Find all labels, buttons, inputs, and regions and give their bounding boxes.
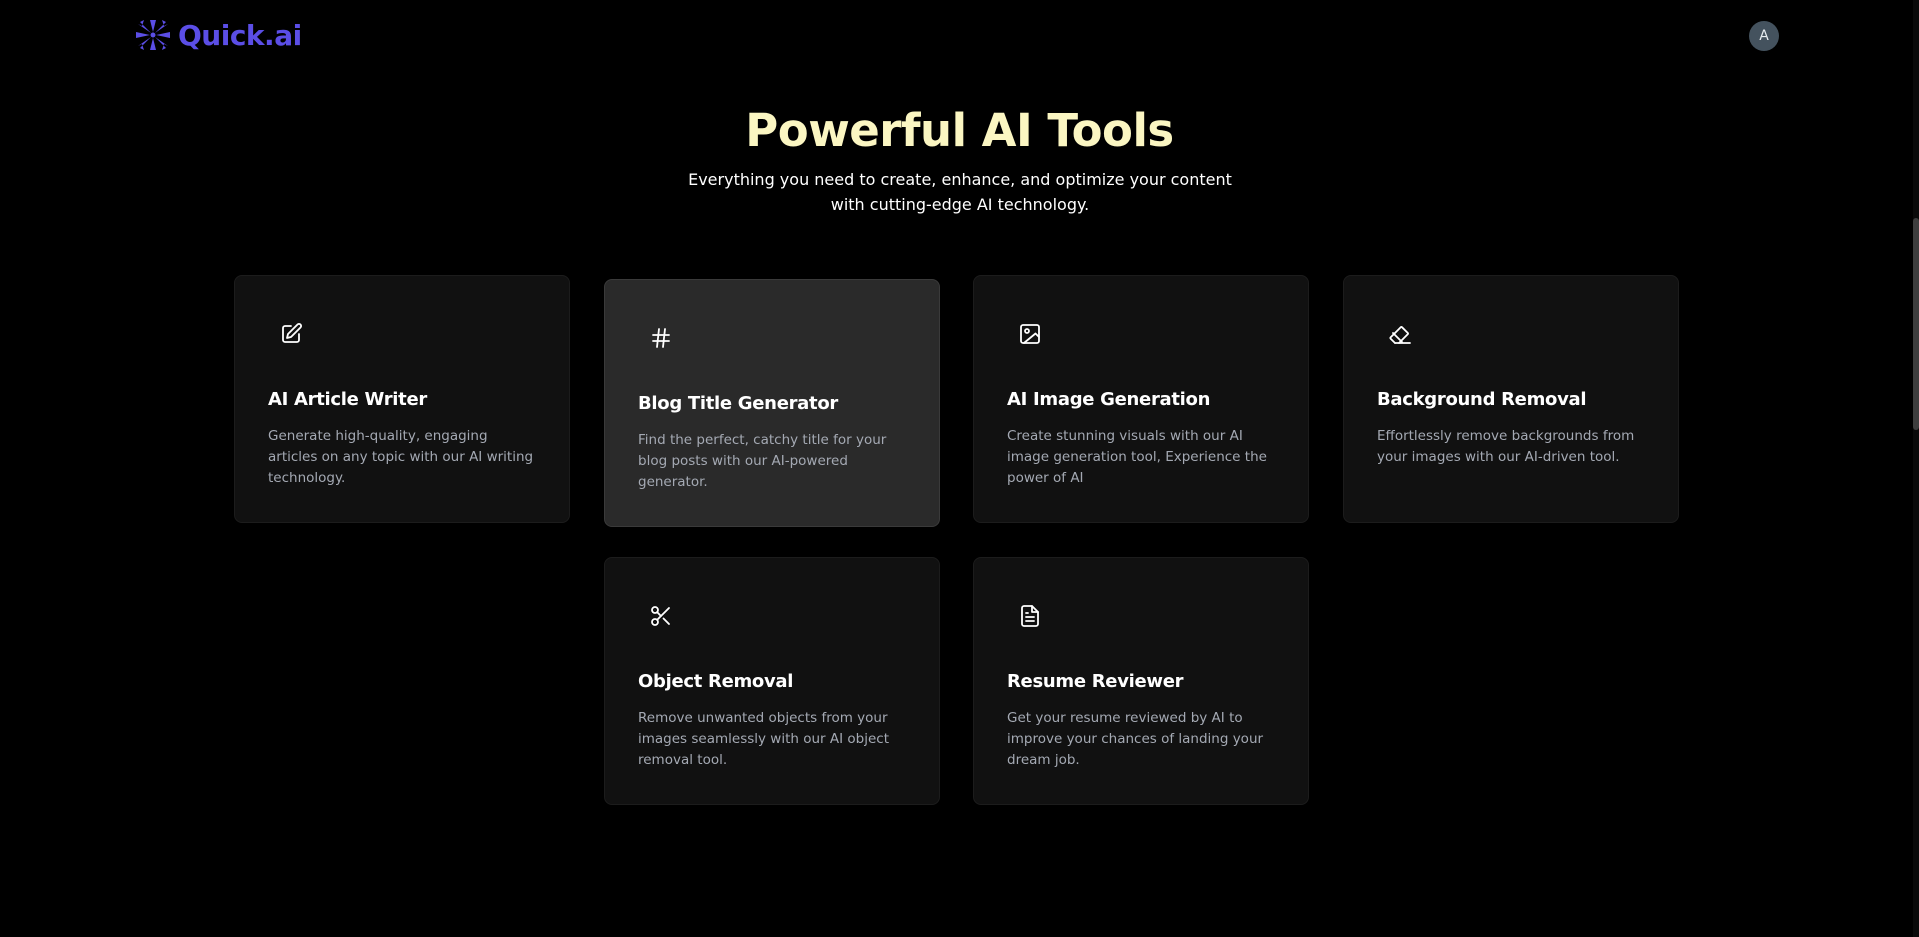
tool-card-ai-article-writer[interactable]: AI Article Writer Generate high-quality,… [234,275,570,523]
page: Quick.ai A Powerful AI Tools Everything … [0,0,1919,937]
tool-card-description: Create stunning visuals with our AI imag… [1007,428,1267,486]
edit-square-icon [279,322,303,346]
tool-card-description: Find the perfect, catchy title for your … [638,432,887,490]
tool-card-description: Generate high-quality, engaging articles… [268,428,534,486]
tool-card-object-removal[interactable]: Object Removal Remove unwanted objects f… [604,557,940,805]
section-subtitle: Everything you need to create, enhance, … [688,170,1232,214]
tool-card-description: Remove unwanted objects from your images… [638,710,889,768]
tool-card-description: Effortlessly remove backgrounds from you… [1377,428,1635,465]
top-navbar: Quick.ai A [0,0,1919,72]
user-avatar[interactable]: A [1749,21,1779,51]
file-text-icon [1018,604,1042,628]
tool-card-title: Blog Title Generator [638,393,838,414]
tool-card-title: AI Article Writer [268,389,427,410]
tool-card-title: Resume Reviewer [1007,671,1184,692]
hash-icon [649,326,673,350]
tool-card-description: Get your resume reviewed by AI to improv… [1007,710,1264,768]
tool-card-ai-image-generation[interactable]: AI Image Generation Create stunning visu… [973,275,1309,523]
tool-card-resume-reviewer[interactable]: Resume Reviewer Get your resume reviewed… [973,557,1309,805]
sparkle-logo-icon [134,18,172,52]
tool-card-background-removal[interactable]: Background Removal Effortlessly remove b… [1343,275,1679,523]
scissors-icon [649,604,673,628]
tool-card-title: Object Removal [638,671,794,692]
tool-card-title: AI Image Generation [1007,389,1211,410]
tool-card-title: Background Removal [1377,389,1587,410]
eraser-icon [1388,322,1412,346]
scrollbar-thumb[interactable] [1913,218,1919,430]
tool-card-blog-title-generator[interactable]: Blog Title Generator Find the perfect, c… [604,279,940,527]
section-title: Powerful AI Tools [745,104,1174,157]
logo[interactable]: Quick.ai [134,18,302,52]
logo-text: Quick.ai [178,18,302,52]
image-icon [1018,322,1042,346]
page-scrollbar[interactable] [1913,0,1919,937]
